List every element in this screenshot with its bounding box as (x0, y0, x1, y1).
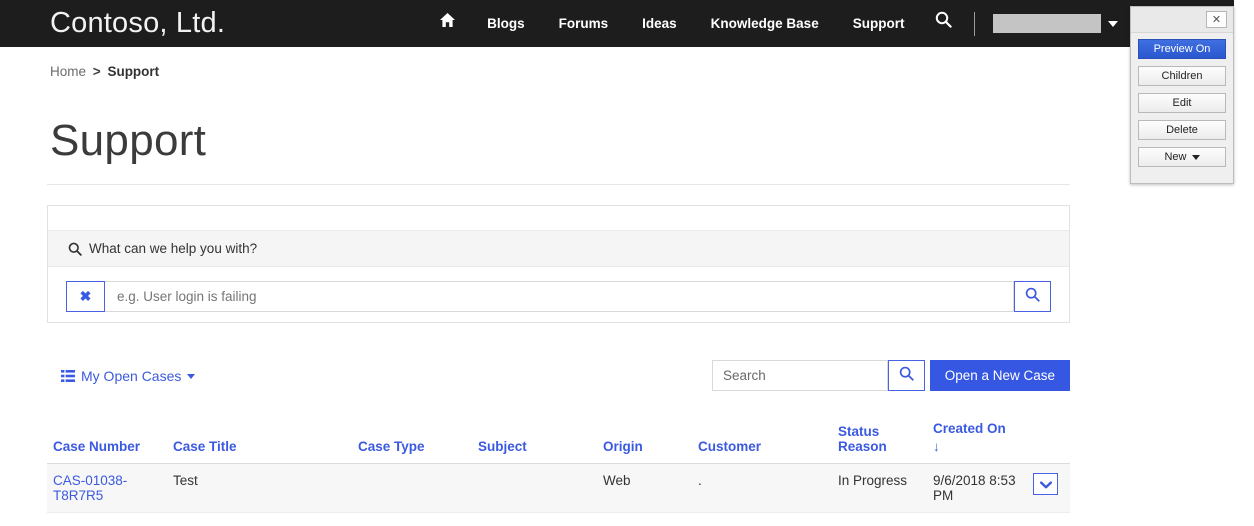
primary-nav: Blogs Forums Ideas Knowledge Base Suppor… (425, 0, 1122, 47)
column-header-subject[interactable]: Subject (472, 415, 597, 464)
preview-toolbar-titlebar: ✕ (1131, 7, 1233, 33)
new-button-label: New (1164, 151, 1187, 163)
breadcrumb-current: Support (107, 64, 160, 79)
open-new-case-button[interactable]: Open a New Case (929, 360, 1070, 391)
top-navigation-bar: Contoso, Ltd. Blogs Forums Ideas Knowled… (0, 0, 1234, 47)
cell-case-number: CAS-01038-T8R7R5 (47, 463, 167, 513)
cell-case-title: Test (167, 463, 352, 513)
home-icon (439, 0, 456, 47)
site-brand[interactable]: Contoso, Ltd. (50, 7, 225, 40)
case-view-selector[interactable]: My Open Cases (61, 368, 196, 384)
kb-panel-header: What can we help you with? (48, 231, 1069, 267)
column-header-created-on-label: Created On (933, 421, 1006, 436)
caret-down-icon (1191, 154, 1200, 160)
preview-on-button[interactable]: Preview On (1138, 39, 1226, 59)
nav-item-knowledge-base[interactable]: Knowledge Base (694, 0, 836, 47)
kb-search-row: ✖ (48, 267, 1069, 312)
search-icon (68, 242, 82, 256)
nav-search-button[interactable] (921, 0, 966, 47)
nav-item-support[interactable]: Support (836, 0, 922, 47)
preview-toolbar-buttons: Preview On Children Edit Delete New (1131, 33, 1233, 180)
kb-panel-top-strip (48, 206, 1069, 231)
column-header-status-reason[interactable]: Status Reason (832, 415, 927, 464)
support-page: Contoso, Ltd. Blogs Forums Ideas Knowled… (0, 0, 1254, 526)
kb-search-input[interactable] (105, 281, 1014, 312)
cell-actions (1027, 463, 1070, 513)
search-icon (935, 0, 953, 47)
row-menu-button[interactable] (1033, 473, 1058, 495)
table-row[interactable]: CAS-01038-T8R7R5 Test Web . In Progress … (47, 463, 1070, 513)
case-view-label: My Open Cases (81, 368, 182, 384)
cell-customer: . (692, 463, 832, 513)
children-button[interactable]: Children (1138, 66, 1226, 86)
breadcrumb-home-link[interactable]: Home (50, 64, 86, 79)
column-header-case-number[interactable]: Case Number (47, 415, 167, 464)
breadcrumb-separator: > (92, 64, 101, 79)
close-icon[interactable]: ✕ (1206, 11, 1227, 28)
table-header-row: Case Number Case Title Case Type Subject… (47, 415, 1070, 464)
caret-down-icon (187, 373, 196, 379)
column-header-case-type[interactable]: Case Type (352, 415, 472, 464)
kb-panel-heading: What can we help you with? (89, 241, 258, 256)
sort-descending-icon: ↓ (933, 439, 940, 454)
column-header-created-on[interactable]: Created On ↓ (927, 415, 1027, 464)
title-divider (47, 184, 1070, 185)
column-header-case-title[interactable]: Case Title (167, 415, 352, 464)
nav-item-ideas[interactable]: Ideas (625, 0, 694, 47)
page-title: Support (50, 116, 207, 165)
chevron-down-icon (1039, 477, 1052, 492)
cases-search-button[interactable] (888, 360, 925, 391)
delete-button[interactable]: Delete (1138, 120, 1226, 140)
search-icon (899, 366, 914, 386)
cases-table: Case Number Case Title Case Type Subject… (47, 415, 1070, 513)
column-header-actions (1027, 415, 1070, 464)
cases-toolbar: My Open Cases Open a New Case (47, 360, 1070, 396)
preview-toolbar-panel: ✕ Preview On Children Edit Delete New (1130, 6, 1234, 184)
nav-item-blogs[interactable]: Blogs (470, 0, 542, 47)
knowledge-base-search-panel: What can we help you with? ✖ (47, 205, 1070, 323)
edit-button[interactable]: Edit (1138, 93, 1226, 113)
user-account-menu[interactable] (983, 0, 1122, 47)
cell-status-reason: In Progress (832, 463, 927, 513)
cases-search-group (712, 360, 925, 391)
cell-subject (472, 463, 597, 513)
column-header-customer[interactable]: Customer (692, 415, 832, 464)
cases-search-input[interactable] (712, 360, 888, 391)
new-button[interactable]: New (1138, 147, 1226, 167)
nav-home-link[interactable] (425, 0, 470, 47)
chevron-down-icon (1108, 20, 1119, 27)
list-icon (61, 370, 75, 382)
search-icon (1025, 287, 1040, 307)
nav-divider (974, 11, 976, 36)
cell-case-type (352, 463, 472, 513)
breadcrumb: Home > Support (50, 64, 159, 79)
user-account-name (993, 14, 1102, 33)
column-header-origin[interactable]: Origin (597, 415, 692, 464)
case-number-link[interactable]: CAS-01038-T8R7R5 (53, 473, 127, 503)
cell-origin: Web (597, 463, 692, 513)
cell-created-on: 9/6/2018 8:53 PM (927, 463, 1027, 513)
kb-clear-button[interactable]: ✖ (66, 281, 105, 312)
kb-search-submit-button[interactable] (1014, 281, 1051, 312)
nav-item-forums[interactable]: Forums (542, 0, 626, 47)
